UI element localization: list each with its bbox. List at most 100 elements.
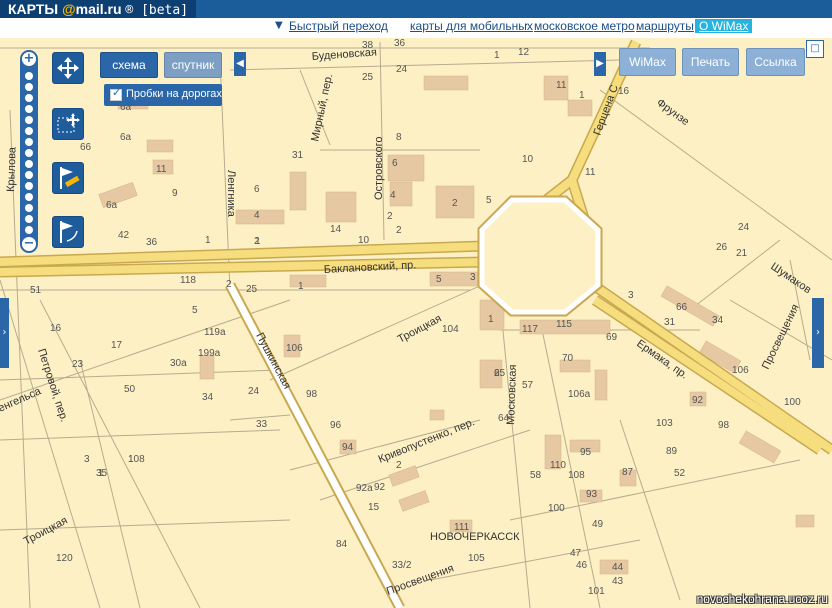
mobile-maps-link[interactable]: карты для мобильных — [410, 19, 533, 33]
zoom-level-dot[interactable] — [25, 105, 33, 113]
house-number: 104 — [442, 324, 459, 335]
house-number: 6а — [106, 200, 118, 211]
house-number: 87 — [622, 467, 634, 478]
traffic-label: Пробки на дорогах — [126, 88, 222, 100]
collapse-left-arrow-icon[interactable]: ◀ — [234, 52, 246, 76]
house-number: 64 — [498, 413, 510, 424]
house-number: 2 — [226, 279, 232, 290]
pan-move-tool[interactable] — [52, 52, 84, 84]
zoom-in-button[interactable]: + — [22, 52, 36, 66]
house-number: 2 — [396, 225, 402, 236]
house-number: 110 — [550, 460, 566, 471]
route-tool[interactable] — [52, 216, 84, 248]
scheme-view-button[interactable]: схема — [100, 52, 158, 78]
house-number: 38 — [362, 40, 374, 51]
wimax-button[interactable]: WiMax — [619, 48, 676, 76]
house-number: 6 — [392, 158, 398, 169]
house-number: 52 — [674, 468, 686, 479]
logo-brand: mail.ru — [75, 1, 122, 17]
house-number: 6а — [120, 132, 132, 143]
moscow-metro-link[interactable]: московское метро — [534, 19, 635, 33]
zoom-level-dot[interactable] — [25, 149, 33, 157]
house-number: 34 — [202, 392, 214, 403]
traffic-checkbox[interactable] — [110, 86, 122, 101]
right-panel-tab[interactable]: › — [812, 298, 824, 368]
house-number: 4 — [390, 190, 396, 201]
house-number: 24 — [396, 64, 408, 75]
fullscreen-icon[interactable]: □ — [806, 40, 824, 58]
house-number: 101 — [588, 586, 605, 597]
house-number: 30а — [170, 358, 187, 369]
ruler-tool[interactable] — [52, 162, 84, 194]
copyright-watermark: novochekohrana.ucoz.ru — [696, 592, 828, 606]
house-number: 49 — [592, 519, 604, 530]
zoom-out-button[interactable]: − — [22, 237, 36, 251]
wimax-about-link[interactable]: О WiMax — [695, 19, 753, 33]
house-number: 34 — [712, 315, 724, 326]
street-map[interactable]: Буденовская Ленгника Мирный, пер. Остров… — [0, 38, 832, 608]
house-number: 51 — [30, 285, 42, 296]
link-button[interactable]: Ссылка — [746, 48, 805, 76]
expand-right-arrow-icon[interactable]: ▶ — [594, 52, 606, 76]
house-number: 14 — [330, 224, 342, 235]
zoom-level-dot[interactable] — [25, 171, 33, 179]
house-number: 100 — [548, 503, 565, 514]
logo[interactable]: КАРТЫ @mail.ru ® [beta] — [0, 0, 197, 18]
house-number: 70 — [562, 353, 574, 364]
zoom-level-dot[interactable] — [25, 94, 33, 102]
zoom-level-dot[interactable] — [25, 83, 33, 91]
zoom-level-dot[interactable] — [25, 138, 33, 146]
house-number: 1 — [255, 236, 261, 247]
house-number: 1 — [494, 50, 500, 61]
separator-dot: · — [525, 20, 529, 31]
house-number: 9 — [172, 188, 178, 199]
house-number: 96 — [330, 420, 342, 431]
house-number: 2 — [494, 368, 500, 379]
arrow-down-icon: ▼ — [275, 20, 283, 31]
zoom-slider[interactable]: + − — [20, 50, 38, 253]
traffic-toggle[interactable]: Пробки на дорогах — [104, 84, 222, 106]
house-number: 84 — [336, 539, 348, 550]
zoom-level-dot[interactable] — [25, 160, 33, 168]
house-number: 117 — [522, 324, 538, 335]
house-number: 15 — [368, 502, 380, 513]
quick-jump-link[interactable]: Быстрый переход — [289, 19, 388, 33]
house-number: 25 — [246, 284, 258, 295]
zoom-level-dot[interactable] — [25, 127, 33, 135]
house-number: 69 — [606, 332, 618, 343]
house-number: 46 — [576, 560, 588, 571]
zoom-level-dot[interactable] — [25, 72, 33, 80]
link-bar: ▼ Быстрый переход карты для мобильных · … — [0, 18, 832, 39]
house-number: 119а — [204, 327, 226, 338]
zoom-level-dot[interactable] — [25, 193, 33, 201]
house-number: 103 — [656, 418, 673, 429]
zoom-level-dot[interactable] — [25, 116, 33, 124]
zoom-level-dot[interactable] — [25, 215, 33, 223]
move-arrows-icon — [57, 57, 79, 79]
print-button[interactable]: Печать — [682, 48, 739, 76]
house-number: 33/2 — [392, 560, 412, 571]
house-number: 43 — [612, 576, 624, 587]
house-number: 98 — [718, 420, 730, 431]
house-number: 47 — [570, 548, 582, 559]
house-number: 118 — [180, 275, 196, 286]
house-number: 106а — [568, 389, 591, 400]
zoom-level-dot[interactable] — [25, 182, 33, 190]
house-number: 120 — [56, 553, 73, 564]
zoom-level-dot[interactable] — [25, 204, 33, 212]
top-bar: КАРТЫ @mail.ru ® [beta] ▼ Быстрый перехо… — [0, 0, 832, 39]
house-number: 66 — [676, 302, 688, 313]
zoom-level-dot[interactable] — [25, 226, 33, 234]
house-number: 26 — [716, 242, 728, 253]
house-number: 2 — [387, 211, 393, 222]
area-select-tool[interactable] — [52, 108, 84, 140]
house-number: 36 — [394, 38, 406, 49]
house-number: 199а — [198, 348, 221, 359]
left-panel-tab[interactable]: › — [0, 298, 9, 368]
house-number: 3 — [470, 272, 476, 283]
house-number: 108 — [568, 470, 585, 481]
satellite-view-button[interactable]: спутник — [164, 52, 222, 78]
routes-link[interactable]: маршруты — [636, 19, 694, 33]
house-number: 6 — [254, 184, 260, 195]
label-lengnika: Ленгника — [225, 170, 237, 218]
